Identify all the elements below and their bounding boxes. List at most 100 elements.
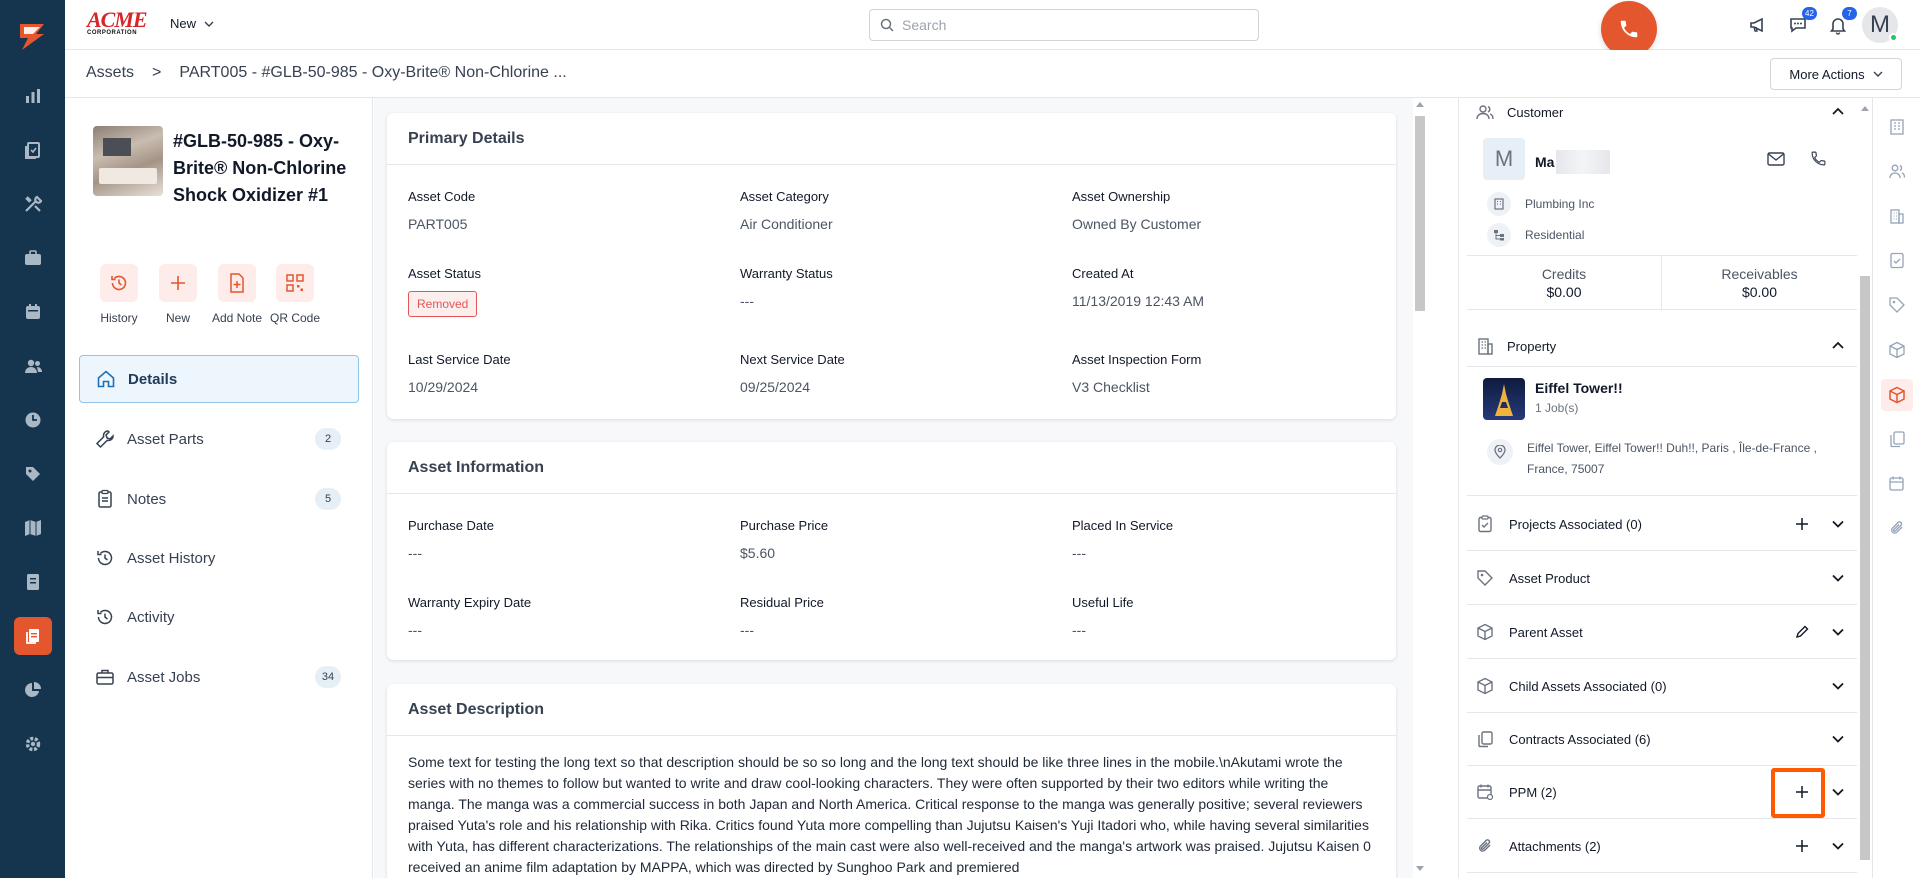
search-input[interactable] [902, 17, 1242, 33]
new-menu-button[interactable]: New [170, 16, 214, 31]
side-nav-notes[interactable]: Notes 5 [79, 475, 359, 523]
user-avatar[interactable]: M [1862, 7, 1898, 43]
chevron-down-icon[interactable] [1827, 567, 1849, 589]
chevron-up-icon[interactable] [1831, 104, 1845, 118]
quick-action-new[interactable]: New [148, 264, 208, 325]
notifications-badge: 7 [1842, 7, 1857, 20]
section-label: Asset Product [1509, 570, 1590, 586]
main-content[interactable]: Primary Details Asset Code PART005 Asset… [374, 98, 1413, 878]
customer-name[interactable]: Ma [1535, 154, 1554, 170]
invoices-icon[interactable] [0, 562, 65, 602]
calendar-gear-icon[interactable] [1886, 473, 1908, 495]
main-scrollbar[interactable] [1413, 98, 1427, 878]
field-label: Asset Ownership [1072, 189, 1171, 204]
app-logo-icon[interactable] [14, 18, 50, 54]
announcements-megaphone-icon[interactable] [1745, 12, 1771, 38]
field-value: $5.60 [740, 545, 776, 561]
asset-product-row[interactable]: Asset Product [1467, 552, 1857, 605]
customer-header[interactable]: Customer [1475, 102, 1563, 122]
contacts-users-icon[interactable] [1886, 160, 1908, 182]
history-button[interactable] [100, 264, 138, 302]
property-building-icon[interactable] [1886, 205, 1908, 227]
chevron-down-icon[interactable] [1827, 513, 1849, 535]
brand-logo[interactable]: ACME CORPORATION [87, 9, 149, 38]
receivables-value: $0.00 [1741, 284, 1778, 300]
documents-icon[interactable] [0, 130, 65, 170]
email-icon[interactable] [1767, 152, 1785, 166]
scroll-up-arrow-icon[interactable] [1861, 106, 1869, 111]
tools-icon[interactable] [0, 184, 65, 224]
right-panel-scrollbar[interactable] [1858, 98, 1872, 878]
parent-asset-row[interactable]: Parent Asset [1467, 606, 1857, 659]
field-value[interactable]: V3 Checklist [1072, 379, 1392, 395]
quick-action-add-note[interactable]: Add Note [207, 264, 267, 325]
side-nav-activity[interactable]: Activity [79, 593, 359, 641]
phone-call-button[interactable] [1601, 1, 1657, 57]
field-value: Air Conditioner [740, 216, 833, 232]
field-label: Useful Life [1072, 595, 1134, 610]
timesheet-clock-icon[interactable] [0, 400, 65, 440]
count-badge: 2 [315, 428, 341, 450]
analytics-pie-icon[interactable] [0, 670, 65, 710]
redacted-name-block [1556, 150, 1611, 174]
asset-cube-icon[interactable] [1881, 379, 1913, 411]
add-note-button[interactable] [218, 264, 256, 302]
customer-initial: M [1494, 146, 1514, 171]
side-nav-asset-jobs[interactable]: Asset Jobs 34 [79, 653, 359, 701]
scrollbar-thumb[interactable] [1415, 116, 1425, 311]
calendar-icon[interactable] [0, 292, 65, 332]
clipboard-check-icon[interactable] [1886, 249, 1908, 271]
qr-code-button[interactable] [276, 264, 314, 302]
reports-icon[interactable] [0, 76, 65, 116]
global-search[interactable] [869, 9, 1259, 41]
cube-icon[interactable] [1886, 339, 1908, 361]
breadcrumb-assets-link[interactable]: Assets [86, 64, 134, 82]
property-section: Property Eiffel Tower!! 1 Job(s) Eiffel … [1467, 320, 1857, 496]
asset-category-field: Asset Category Air Conditioner [740, 189, 1060, 232]
chevron-down-icon[interactable] [1827, 781, 1849, 803]
history-icon [111, 275, 127, 291]
property-header[interactable]: Property [1475, 336, 1556, 356]
paperclip-icon[interactable] [1886, 517, 1908, 539]
scrollbar-thumb[interactable] [1860, 276, 1870, 860]
chevron-down-icon[interactable] [1827, 728, 1849, 750]
assets-icon[interactable] [14, 617, 52, 655]
clipboard-check-icon [1475, 515, 1495, 533]
child-assets-row[interactable]: Child Assets Associated (0) [1467, 660, 1857, 713]
scroll-up-arrow-icon[interactable] [1416, 102, 1424, 107]
map-icon[interactable] [0, 508, 65, 548]
plus-icon[interactable] [1791, 513, 1813, 535]
chevron-down-icon[interactable] [1827, 675, 1849, 697]
attachments-row[interactable]: Attachments (2) [1467, 820, 1857, 873]
side-nav-asset-history[interactable]: Asset History [79, 534, 359, 582]
projects-associated-row[interactable]: Projects Associated (0) [1467, 498, 1857, 551]
messages-chat-icon[interactable]: 42 [1785, 7, 1817, 38]
settings-gear-icon[interactable] [0, 724, 65, 764]
paperclip-icon [1475, 837, 1495, 855]
scroll-down-arrow-icon[interactable] [1416, 866, 1424, 871]
pricing-tag-icon[interactable] [0, 454, 65, 494]
chevron-down-icon[interactable] [1827, 621, 1849, 643]
chevron-down-icon[interactable] [1827, 835, 1849, 857]
chevron-up-icon[interactable] [1831, 338, 1845, 352]
qr-code-icon [286, 274, 304, 292]
phone-icon[interactable] [1810, 150, 1827, 167]
quick-action-qr-code[interactable]: QR Code [265, 264, 325, 325]
side-nav-asset-parts[interactable]: Asset Parts 2 [79, 415, 359, 463]
new-button[interactable] [159, 264, 197, 302]
pencil-icon[interactable] [1791, 621, 1813, 643]
customers-icon[interactable] [0, 346, 65, 386]
copy-icon[interactable] [1886, 428, 1908, 450]
property-name[interactable]: Eiffel Tower!! [1535, 380, 1623, 396]
more-actions-button[interactable]: More Actions [1770, 58, 1902, 90]
jobs-briefcase-icon[interactable] [0, 238, 65, 278]
quick-action-history[interactable]: History [89, 264, 149, 325]
breadcrumb-bar: Assets > PART005 - #GLB-50-985 - Oxy-Bri… [65, 50, 1920, 98]
notifications-bell-icon[interactable]: 7 [1825, 7, 1857, 38]
new-menu-label: New [170, 16, 197, 31]
company-building-icon[interactable] [1886, 116, 1908, 138]
side-nav-details[interactable]: Details [79, 355, 359, 403]
plus-icon[interactable] [1791, 835, 1813, 857]
tag-icon[interactable] [1886, 294, 1908, 316]
contracts-associated-row[interactable]: Contracts Associated (6) [1467, 713, 1857, 766]
